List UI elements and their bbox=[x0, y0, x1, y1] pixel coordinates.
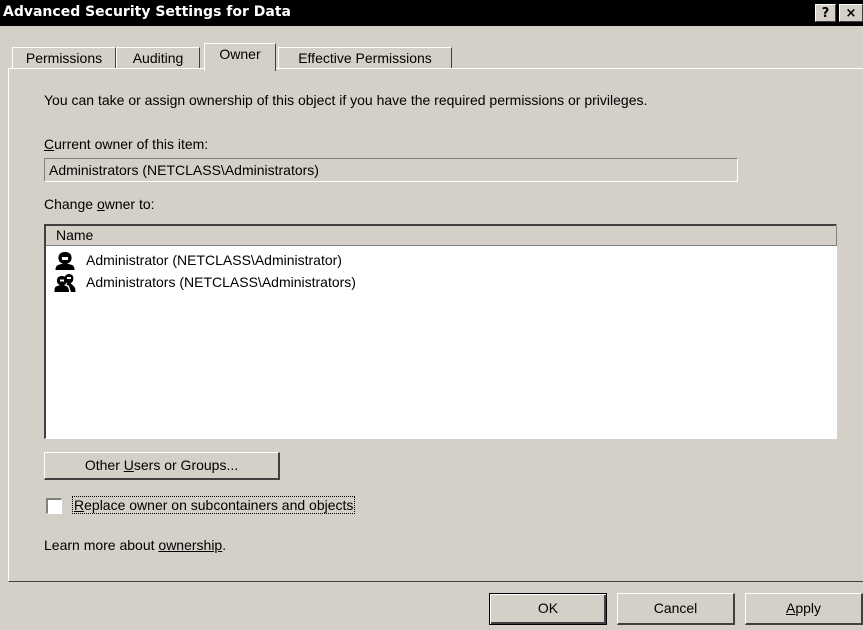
intro-text: You can take or assign ownership of this… bbox=[44, 92, 648, 108]
owner-list[interactable]: Name Administrator (NETCLASS\Administrat… bbox=[44, 224, 837, 439]
column-header-name[interactable]: Name bbox=[46, 226, 837, 246]
learn-more-text: Learn more about ownership. bbox=[44, 537, 226, 553]
other-users-or-groups-button[interactable]: Other Users or Groups... bbox=[44, 452, 280, 480]
cancel-button[interactable]: Cancel bbox=[617, 593, 735, 625]
current-owner-label-rest: urrent owner of this item: bbox=[54, 136, 209, 152]
user-icon bbox=[55, 252, 75, 270]
change-owner-label: Change owner to: bbox=[44, 196, 155, 212]
list-item-label: Administrators (NETCLASS\Administrators) bbox=[86, 274, 356, 290]
tab-owner[interactable]: Owner bbox=[204, 43, 276, 71]
list-item-label: Administrator (NETCLASS\Administrator) bbox=[86, 252, 342, 268]
current-owner-label: Current owner of this item: bbox=[44, 136, 209, 152]
help-button[interactable]: ? bbox=[815, 4, 836, 22]
group-icon bbox=[54, 274, 76, 292]
ok-button[interactable]: OK bbox=[489, 593, 607, 625]
tab-auditing[interactable]: Auditing bbox=[116, 47, 200, 70]
ownership-link[interactable]: ownership bbox=[158, 537, 222, 553]
close-button[interactable]: × bbox=[839, 4, 863, 22]
tab-effective-permissions[interactable]: Effective Permissions bbox=[278, 47, 452, 70]
current-owner-field: Administrators (NETCLASS\Administrators) bbox=[44, 158, 738, 182]
apply-button[interactable]: Apply bbox=[745, 593, 863, 625]
learn-more-prefix: Learn more about bbox=[44, 537, 159, 553]
learn-more-suffix: . bbox=[222, 537, 227, 553]
title-bar: Advanced Security Settings for Data ? × bbox=[0, 0, 863, 26]
window-title: Advanced Security Settings for Data bbox=[3, 4, 291, 20]
replace-owner-checkbox[interactable] bbox=[46, 498, 62, 514]
replace-owner-label[interactable]: Replace owner on subcontainers and objec… bbox=[72, 496, 356, 514]
tab-permissions[interactable]: Permissions bbox=[12, 47, 116, 70]
